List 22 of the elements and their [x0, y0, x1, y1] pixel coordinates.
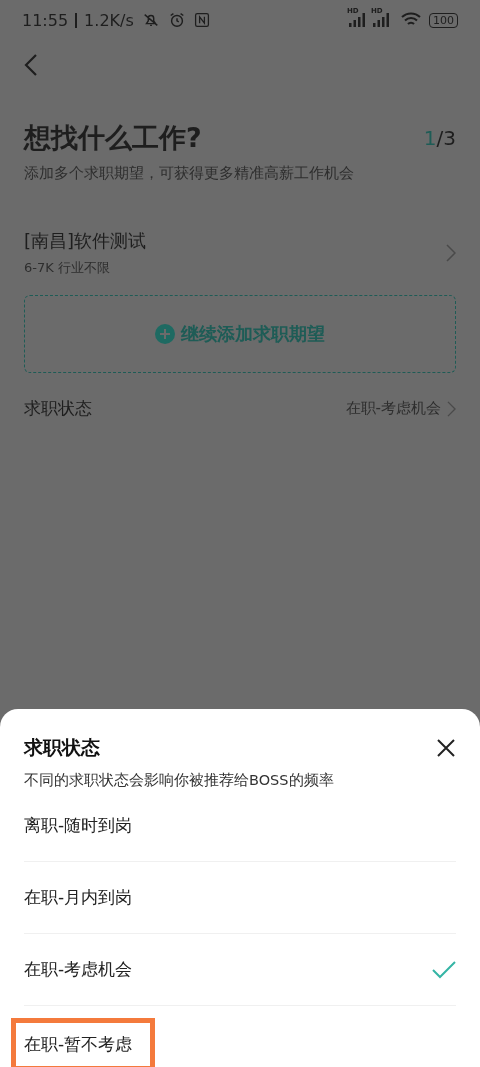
chevron-right-icon	[447, 400, 456, 417]
page-title: 想找什么工作?	[24, 121, 203, 155]
signal-icon	[349, 13, 365, 27]
sheet-title: 求职状态	[24, 735, 100, 760]
job-status-value: 在职-考虑机会	[345, 399, 441, 418]
status-option[interactable]: 在职-月内到岗	[24, 862, 456, 934]
step-counter: 1/3	[423, 126, 456, 150]
plus-circle-icon	[155, 324, 175, 344]
chevron-right-icon	[446, 244, 456, 262]
status-time: 11:55	[22, 10, 69, 30]
status-option[interactable]: 在职-暂不考虑	[11, 1018, 156, 1067]
status-option[interactable]: 离职-随时到岗	[24, 790, 456, 862]
status-option[interactable]: 在职-考虑机会	[24, 934, 456, 1006]
sheet-subtitle: 不同的求职状态会影响你被推荐给BOSS的频率	[24, 771, 335, 790]
job-status-label: 求职状态	[24, 397, 92, 420]
expectation-title: [南昌]软件测试	[24, 229, 148, 253]
signal-icon	[373, 13, 389, 27]
close-icon	[436, 738, 456, 758]
nfc-icon	[193, 12, 210, 28]
battery-level: 100	[429, 12, 458, 28]
network-speed: 1.2K/s	[84, 10, 134, 30]
expectation-detail: 6-7K 行业不限	[24, 259, 111, 277]
